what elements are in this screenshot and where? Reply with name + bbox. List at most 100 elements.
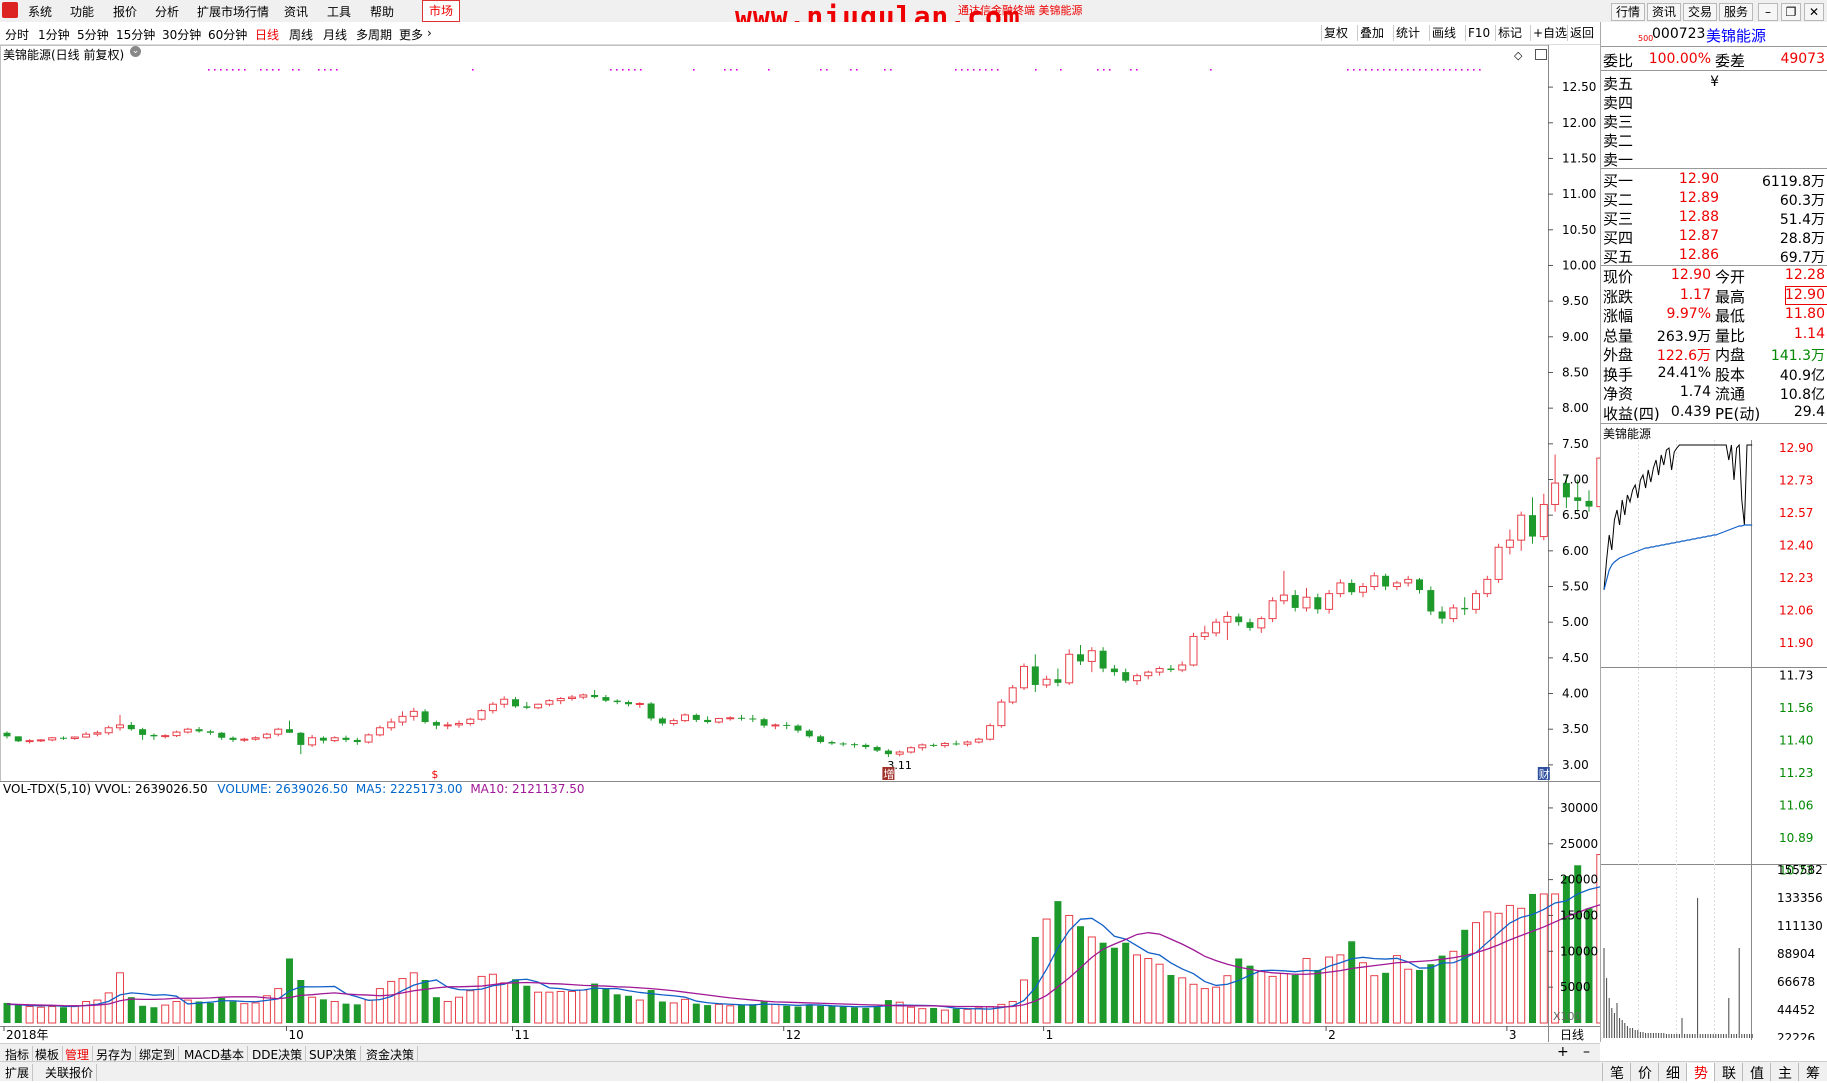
period-tab-daily[interactable]: 日线 bbox=[255, 26, 279, 43]
trade-button[interactable]: 交易 bbox=[1683, 3, 1717, 21]
period-tab-15min[interactable]: 15分钟 bbox=[116, 26, 155, 43]
toolbar-adjust[interactable]: 复权 bbox=[1321, 25, 1350, 41]
tab-related-quote[interactable]: 关联报价 bbox=[42, 1064, 98, 1081]
mini-timeshare-chart[interactable]: 12.90 12.73 12.57 12.40 12.23 12.06 11.90 11.73… bbox=[1601, 440, 1827, 1040]
kline-chart[interactable]: 12.903.11$增财榜涨 12.5012.0011.5011.0010.50… bbox=[0, 45, 1600, 1042]
marker-dot bbox=[961, 69, 963, 71]
restore-icon[interactable]: ❐ bbox=[1781, 3, 1801, 21]
volume-bar bbox=[635, 999, 644, 1024]
volume-bar bbox=[545, 991, 554, 1024]
bid-3-price[interactable]: 12.88 bbox=[1651, 209, 1719, 225]
volume-bar bbox=[1461, 929, 1469, 1023]
volume-bar bbox=[1122, 942, 1130, 1023]
volume-bar bbox=[681, 998, 689, 1024]
add-icon[interactable]: + bbox=[1557, 1044, 1569, 1060]
period-tab-multi[interactable]: 多周期 bbox=[356, 26, 392, 43]
marker-dot bbox=[1425, 69, 1427, 71]
news-button[interactable]: 资讯 bbox=[1647, 3, 1681, 21]
menu-function[interactable]: 功能 bbox=[70, 3, 94, 20]
toolbar-mark[interactable]: 标记 bbox=[1495, 25, 1524, 41]
tab-extend[interactable]: 扩展 bbox=[2, 1064, 34, 1081]
volume-bar bbox=[1336, 954, 1345, 1024]
toolbar-f10[interactable]: F10 bbox=[1465, 25, 1492, 41]
period-tab-weekly[interactable]: 周线 bbox=[289, 26, 313, 43]
toolbar-add-favorite[interactable]: +自选 bbox=[1530, 25, 1569, 41]
app-logo-icon[interactable] bbox=[2, 2, 18, 18]
market-button[interactable]: 行情 bbox=[1611, 3, 1645, 21]
right-tab-1[interactable]: 价 bbox=[1630, 1063, 1659, 1082]
menu-extended-market[interactable]: 扩展市场行情 bbox=[197, 3, 269, 20]
menu-analysis[interactable]: 分析 bbox=[155, 3, 179, 20]
marker-dot bbox=[1383, 69, 1385, 71]
toolbar-back[interactable]: 返回 bbox=[1567, 25, 1596, 41]
mini-price-label: 10.89 bbox=[1779, 831, 1813, 845]
marker-dot bbox=[1395, 69, 1397, 71]
candle-body bbox=[556, 698, 565, 702]
right-tab-7[interactable]: 筹 bbox=[1798, 1063, 1827, 1082]
volume-bar bbox=[488, 973, 497, 1024]
quote-label: 现价 bbox=[1603, 268, 1634, 286]
period-tab-monthly[interactable]: 月线 bbox=[323, 26, 347, 43]
volume-bar bbox=[342, 1003, 350, 1023]
marker-dot bbox=[1479, 69, 1481, 71]
mini-vol-label: 155582 bbox=[1777, 863, 1823, 877]
volume-bar bbox=[375, 988, 384, 1024]
period-tab-5min[interactable]: 5分钟 bbox=[77, 26, 109, 43]
market-tab[interactable]: 市场 bbox=[422, 0, 460, 22]
chevron-right-icon[interactable]: › bbox=[427, 26, 432, 40]
period-tab-30min[interactable]: 30分钟 bbox=[162, 26, 201, 43]
toolbar-stats[interactable]: 统计 bbox=[1393, 25, 1422, 41]
price-axis-label: 11.00 bbox=[1562, 187, 1596, 201]
period-tab-60min[interactable]: 60分钟 bbox=[208, 26, 247, 43]
marker-dot bbox=[208, 69, 210, 71]
right-tab-2[interactable]: 细 bbox=[1658, 1063, 1687, 1082]
menu-quote[interactable]: 报价 bbox=[113, 3, 137, 20]
bid-2-price[interactable]: 12.89 bbox=[1651, 190, 1719, 206]
right-tab-0[interactable]: 笔 bbox=[1602, 1063, 1631, 1082]
volume-bar bbox=[1472, 922, 1480, 1024]
menu-news[interactable]: 资讯 bbox=[284, 3, 308, 20]
volume-bar bbox=[36, 1006, 45, 1024]
candle-body bbox=[658, 718, 666, 724]
right-tab-4[interactable]: 联 bbox=[1714, 1063, 1743, 1082]
service-button[interactable]: 服务 bbox=[1719, 3, 1753, 21]
close-icon[interactable]: ✕ bbox=[1804, 3, 1824, 21]
ask-5-price[interactable]: ¥ bbox=[1651, 74, 1719, 90]
volume-bar bbox=[3, 1002, 11, 1023]
bid-4-price[interactable]: 12.87 bbox=[1651, 228, 1719, 244]
volume-bar bbox=[534, 991, 543, 1024]
marker-dot bbox=[1455, 69, 1457, 71]
menu-help[interactable]: 帮助 bbox=[370, 3, 394, 20]
bid-5-price[interactable]: 12.86 bbox=[1651, 247, 1719, 263]
period-tab-more[interactable]: 更多 bbox=[399, 26, 423, 43]
toolbar-overlay[interactable]: 叠加 bbox=[1357, 25, 1386, 41]
volume-bar bbox=[1416, 969, 1423, 1023]
period-tab-1min[interactable]: 1分钟 bbox=[38, 26, 70, 43]
marker-dot bbox=[622, 69, 624, 71]
period-tab-timeshare[interactable]: 分时 bbox=[5, 26, 29, 43]
mini-price-label: 11.23 bbox=[1779, 766, 1813, 780]
bid-1-price[interactable]: 12.90 bbox=[1651, 171, 1719, 187]
marker-dot bbox=[826, 69, 828, 71]
toolbar-draw[interactable]: 画线 bbox=[1429, 25, 1458, 41]
right-tab-6[interactable]: 主 bbox=[1770, 1063, 1799, 1082]
volume-bar bbox=[455, 996, 463, 1024]
right-tab-3[interactable]: 势 bbox=[1686, 1063, 1715, 1082]
candle-body bbox=[895, 751, 904, 755]
candle-body bbox=[1505, 539, 1514, 548]
mini-price-label: 12.40 bbox=[1779, 539, 1813, 553]
volume-bar bbox=[443, 1000, 452, 1024]
mini-vol-label: 133356 bbox=[1777, 891, 1823, 905]
minimize-icon[interactable]: – bbox=[1758, 3, 1778, 21]
quote-value: 1.14 bbox=[1793, 325, 1825, 342]
bid-4-volume: 28.8万 bbox=[1779, 231, 1825, 247]
candle-body bbox=[286, 729, 293, 733]
remove-icon[interactable]: – bbox=[1583, 1044, 1590, 1060]
candle-body bbox=[613, 700, 621, 703]
right-tab-5[interactable]: 值 bbox=[1742, 1063, 1771, 1082]
menu-system[interactable]: 系统 bbox=[28, 3, 52, 20]
menu-tools[interactable]: 工具 bbox=[327, 3, 351, 20]
volume-bar bbox=[907, 1006, 915, 1024]
candle-body bbox=[1246, 622, 1254, 628]
volume-bar bbox=[1359, 962, 1367, 1024]
